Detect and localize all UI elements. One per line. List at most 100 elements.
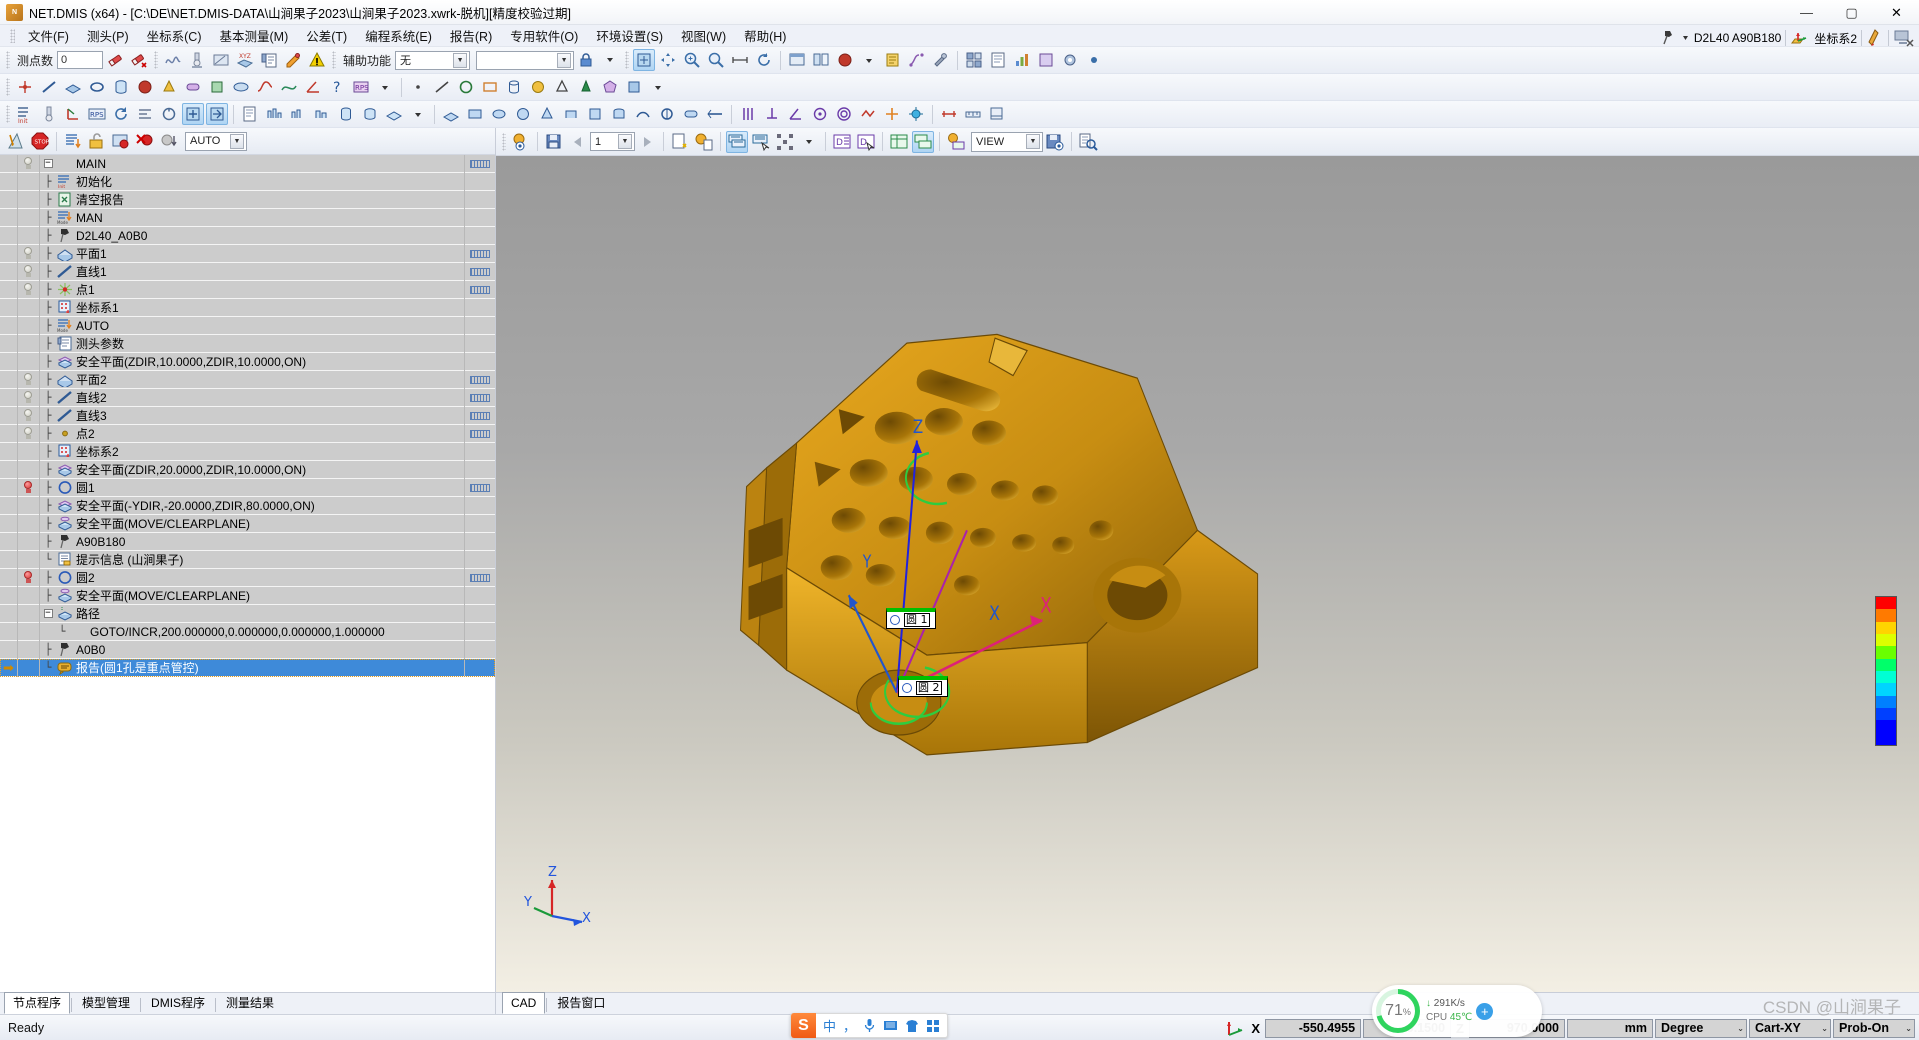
tree-row[interactable]: ├ 坐标系2	[0, 442, 495, 461]
con-circle-icon[interactable]	[455, 76, 477, 98]
stop-program-icon[interactable]: STOP	[29, 130, 51, 152]
tree-row[interactable]: ├ 测头参数	[0, 334, 495, 353]
pan-icon[interactable]	[657, 49, 679, 71]
page-select[interactable]: 1 ▼	[590, 132, 635, 151]
t3-meas1-icon[interactable]	[938, 103, 960, 125]
geom-angle-icon[interactable]	[302, 76, 324, 98]
geom-line-icon[interactable]	[38, 76, 60, 98]
preview-report-icon[interactable]	[1077, 131, 1099, 153]
chevron-down-icon-mode[interactable]: ▼	[230, 133, 244, 149]
sogou-logo-icon[interactable]: S	[791, 1013, 816, 1038]
t3-more-icon[interactable]	[407, 103, 429, 125]
tree-row[interactable]: − MAIN	[0, 155, 495, 173]
t3-b8-icon[interactable]	[608, 103, 630, 125]
chevron-down-icon-probe[interactable]: ⌄	[1905, 1024, 1912, 1033]
t3-tol7-icon[interactable]	[881, 103, 903, 125]
disconnect-monitor-icon[interactable]	[1893, 28, 1915, 48]
lightbulb-icon[interactable]	[23, 481, 34, 494]
tree-row[interactable]: ├ 平面2	[0, 370, 495, 389]
geom-point-icon[interactable]	[14, 76, 36, 98]
eraser-icon[interactable]	[104, 49, 126, 71]
tab-measure-results[interactable]: 测量结果	[217, 992, 283, 1014]
probe-list-icon[interactable]	[258, 49, 280, 71]
con-rect-icon[interactable]	[479, 76, 501, 98]
tree-row-visibility-toggle[interactable]	[18, 406, 40, 425]
chevron-down-icon[interactable]: ▼	[453, 52, 468, 68]
insert-step-icon[interactable]	[62, 130, 84, 152]
report-view-icon[interactable]	[987, 49, 1009, 71]
purple-box-icon[interactable]	[1035, 49, 1057, 71]
tree-row[interactable]: ├ 圆2	[0, 568, 495, 587]
save-view-icon[interactable]	[543, 131, 565, 153]
view-select[interactable]: VIEW ▼	[971, 131, 1043, 152]
t3-b9-icon[interactable]	[632, 103, 654, 125]
tree-row[interactable]: ➡ └ 报告(圆1孔是重点管控)	[0, 658, 495, 677]
t3-report-icon[interactable]	[239, 103, 261, 125]
lightbulb-icon[interactable]	[23, 265, 34, 278]
tab-cad[interactable]: CAD	[502, 992, 546, 1014]
t3-tol5-icon[interactable]	[833, 103, 855, 125]
zoom-window-icon[interactable]	[705, 49, 727, 71]
tree-row[interactable]: ├ 安全平面(-YDIR,-20.0000,ZDIR,80.0000,ON)	[0, 496, 495, 515]
chevron-down-icon-2[interactable]: ▼	[557, 52, 572, 68]
align-icon[interactable]	[134, 103, 156, 125]
lightbulb-icon[interactable]	[23, 157, 34, 170]
probe-head-icon[interactable]	[1659, 29, 1677, 47]
iterate-icon[interactable]	[110, 103, 132, 125]
cad-viewport[interactable]: X X Z Y 圆 1 圆 2 Z X Y	[496, 156, 1919, 992]
geom-curve-icon[interactable]	[254, 76, 276, 98]
step-down-icon[interactable]	[158, 130, 180, 152]
con-point-icon[interactable]	[407, 76, 429, 98]
tree-expander[interactable]: −	[40, 159, 56, 168]
init-program-icon[interactable]: Init	[14, 103, 36, 125]
t3-tol1-icon[interactable]	[737, 103, 759, 125]
con-cone-icon[interactable]	[551, 76, 573, 98]
dim-display-icon[interactable]: D	[831, 131, 853, 153]
tree-row-visibility-toggle[interactable]	[18, 370, 40, 389]
cad-window-icon[interactable]	[786, 49, 808, 71]
tab-report-window[interactable]: 报告窗口	[548, 992, 614, 1014]
t3-tol4-icon[interactable]	[809, 103, 831, 125]
t3-b5-icon[interactable]	[536, 103, 558, 125]
manual-probe-icon[interactable]	[282, 49, 304, 71]
grid-view-icon[interactable]	[963, 49, 985, 71]
tree-row[interactable]: └ GOTO/INCR,200.000000,0.000000,0.000000,…	[0, 622, 495, 641]
remove-breakpoint-icon[interactable]	[134, 130, 156, 152]
points-count-input[interactable]: 0	[57, 51, 104, 69]
menu-tolerance[interactable]: 公差(T)	[297, 24, 356, 47]
scatter-dropdown-icon[interactable]	[798, 131, 820, 153]
tab-model-management[interactable]: 模型管理	[73, 992, 139, 1014]
t3-tol2-icon[interactable]	[761, 103, 783, 125]
geom-help-icon[interactable]: ?	[326, 76, 348, 98]
geom-ellipse-icon[interactable]	[230, 76, 252, 98]
tree-row-visibility-toggle[interactable]	[18, 568, 40, 587]
t3-cyl2-icon[interactable]	[359, 103, 381, 125]
tree-row[interactable]: ├ 直线3	[0, 406, 495, 425]
t3-b1-icon[interactable]	[440, 103, 462, 125]
tree-row[interactable]: ├ D2L40_A0B0	[0, 226, 495, 245]
t3-b7-icon[interactable]	[584, 103, 606, 125]
menu-report[interactable]: 报告(R)	[441, 24, 501, 47]
tree-row[interactable]: ├ 直线2	[0, 388, 495, 407]
cad-preview-icon[interactable]	[510, 131, 532, 153]
zoom-in-icon[interactable]	[681, 49, 703, 71]
expand-widget-button[interactable]: +	[1476, 1002, 1494, 1020]
con-more-icon[interactable]	[647, 76, 669, 98]
rps-build-icon[interactable]: RPS	[86, 103, 108, 125]
scatter-nodes-icon[interactable]	[774, 131, 796, 153]
lightbulb-icon[interactable]	[23, 427, 34, 440]
tree-row-visibility-toggle[interactable]	[18, 388, 40, 407]
tab-dmis-program[interactable]: DMIS程序	[142, 992, 214, 1014]
layout-icon[interactable]	[810, 49, 832, 71]
geom-rps-icon[interactable]: RPS	[350, 76, 372, 98]
geom-surface-icon[interactable]	[278, 76, 300, 98]
tree-row-visibility-toggle[interactable]	[18, 280, 40, 299]
tree-expander[interactable]: −	[40, 609, 56, 618]
performance-widget[interactable]: 71% ↓ 291K/s CPU 45℃ +	[1372, 985, 1542, 1037]
tree-row[interactable]: ├ 点2	[0, 424, 495, 443]
tree-row[interactable]: ├ 点1	[0, 280, 495, 299]
tree-row[interactable]: ├ A90B180	[0, 532, 495, 551]
minimize-button[interactable]: —	[1784, 0, 1829, 25]
eraser-all-icon[interactable]	[128, 49, 150, 71]
ime-toolbar[interactable]: S 中 ，	[790, 1013, 949, 1038]
